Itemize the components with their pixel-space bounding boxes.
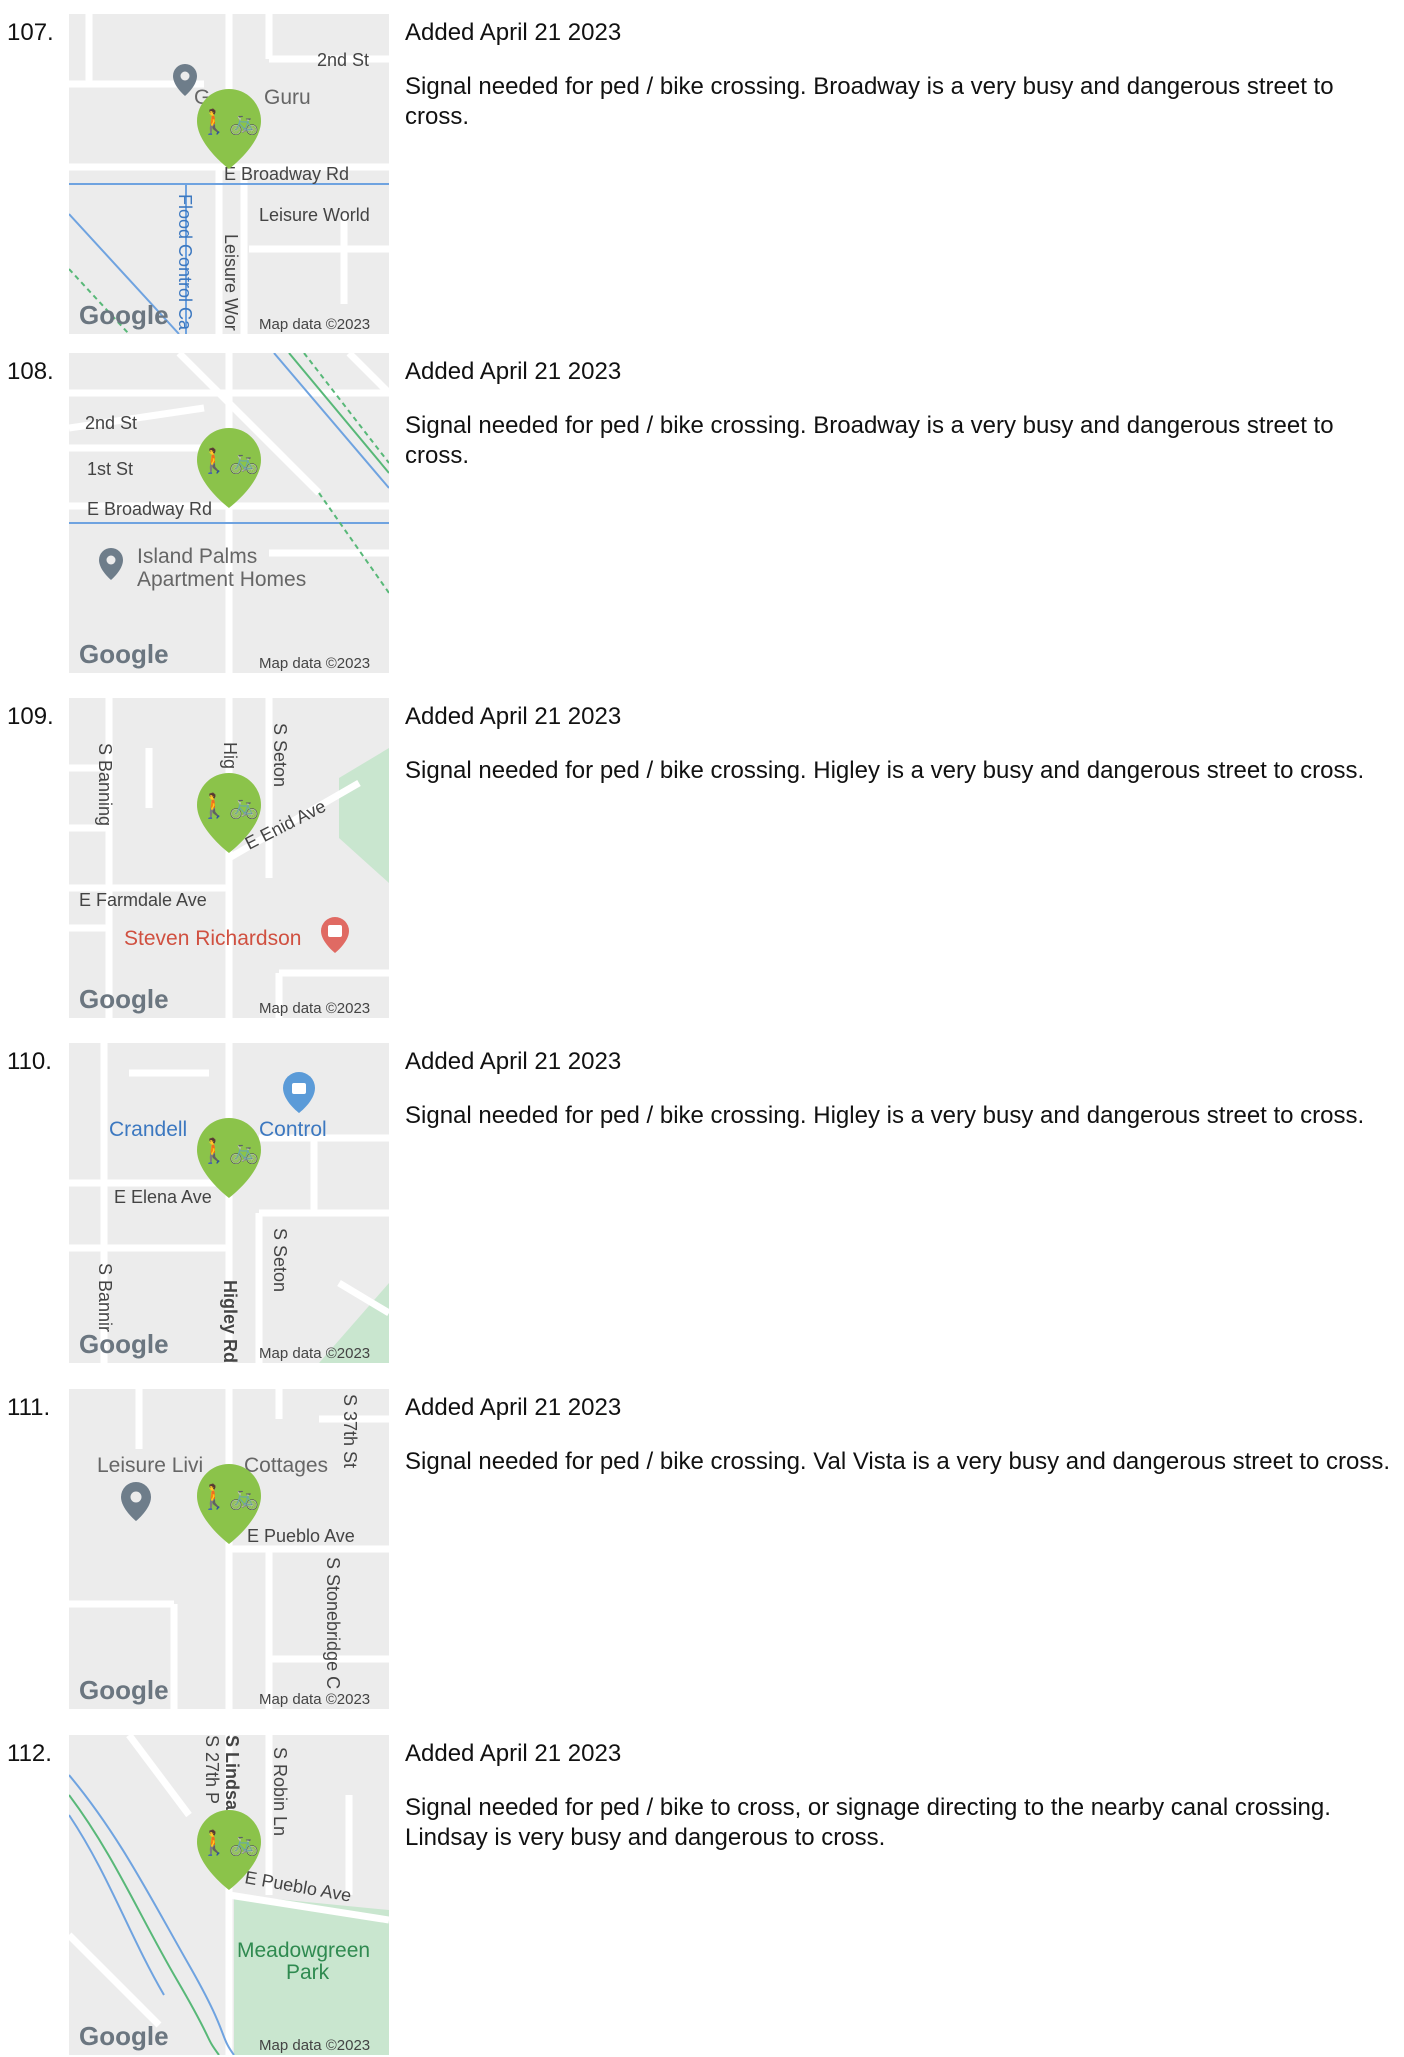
google-logo: Google <box>79 984 169 1014</box>
map-label: Steven Richardson <box>124 927 301 950</box>
entry-description: Signal needed for ped / bike to cross, o… <box>405 1794 1331 1851</box>
map-label: Meadowgreen <box>237 1939 370 1962</box>
map-label: Hig <box>220 742 240 769</box>
entry-112: 112. S Lindsa S 27th P S Robin Ln E Pueb… <box>0 1735 1404 2057</box>
entry-description: Signal needed for ped / bike crossing. V… <box>405 1448 1390 1475</box>
entry-number: 108. <box>7 358 54 385</box>
added-date: Added April 21 2023 <box>405 1394 622 1421</box>
svg-text:🚶🚲: 🚶🚲 <box>199 1483 259 1511</box>
google-logo: Google <box>79 639 169 669</box>
map-label: S Robin Ln <box>270 1747 290 1836</box>
location-map[interactable]: S Lindsa S 27th P S Robin Ln E Pueblo Av… <box>69 1735 389 2055</box>
map-label: Leisure Wor <box>221 234 241 331</box>
google-logo: Google <box>79 1675 169 1705</box>
map-label: Apartment Homes <box>137 568 306 591</box>
map-label: Park <box>286 1961 330 1984</box>
entry-108: 108. 2nd St 1st St E Broadway Rd Island <box>0 353 1404 675</box>
location-map[interactable]: S 37th St Leisure Livi Cottages E Pueblo… <box>69 1389 389 1709</box>
map-label: S Seton <box>270 723 290 787</box>
map-label: Higley Rd <box>220 1280 240 1363</box>
entry-109: 109. S Banning Hig S Seton E Enid Ave E … <box>0 698 1404 1020</box>
svg-text:🚶🚲: 🚶🚲 <box>199 447 259 475</box>
map-label: S Bannir <box>95 1263 115 1332</box>
map-attribution: Map data ©2023 <box>259 1345 370 1362</box>
added-date: Added April 21 2023 <box>405 1740 622 1767</box>
added-date: Added April 21 2023 <box>405 1048 622 1075</box>
map-label: S 27th P <box>202 1735 222 1804</box>
map-label: E Pueblo Ave <box>247 1526 355 1546</box>
map-label: S 37th St <box>340 1394 360 1468</box>
added-date: Added April 21 2023 <box>405 19 622 46</box>
entry-110: 110. Crandell Control E Elena Ave S Seto… <box>0 1043 1404 1365</box>
map-label: E Farmdale Ave <box>79 890 207 910</box>
map-label: 2nd St <box>85 413 137 433</box>
google-logo: Google <box>79 1329 169 1359</box>
entry-description: Signal needed for ped / bike crossing. H… <box>405 1102 1365 1129</box>
svg-text:🚶🚲: 🚶🚲 <box>199 792 259 820</box>
entry-number: 110. <box>7 1048 52 1075</box>
added-date: Added April 21 2023 <box>405 703 622 730</box>
map-label: Leisure World <box>259 205 370 225</box>
map-label: Control <box>259 1118 327 1141</box>
entry-number: 112. <box>7 1740 52 1767</box>
map-attribution: Map data ©2023 <box>259 655 370 672</box>
map-label: Crandell <box>109 1118 187 1141</box>
map-label: 2nd St <box>317 50 369 70</box>
entry-107: 107. 2nd St E Broadway Rd Leisure World … <box>0 14 1404 336</box>
entry-description: Signal needed for ped / bike crossing. H… <box>405 757 1365 784</box>
map-label: Island Palms <box>137 545 257 568</box>
map-label: E Elena Ave <box>114 1187 212 1207</box>
svg-text:🚶🚲: 🚶🚲 <box>199 1137 259 1165</box>
map-label: 1st St <box>87 459 133 479</box>
svg-text:🚶🚲: 🚶🚲 <box>199 1829 259 1857</box>
location-map[interactable]: Crandell Control E Elena Ave S Seton S B… <box>69 1043 389 1363</box>
svg-text:🚶🚲: 🚶🚲 <box>199 108 259 136</box>
map-label: Guru <box>264 86 311 109</box>
location-map[interactable]: S Banning Hig S Seton E Enid Ave E Farmd… <box>69 698 389 1018</box>
google-logo: Google <box>79 300 169 330</box>
entry-number: 111. <box>7 1394 51 1421</box>
map-label: S Seton <box>270 1228 290 1292</box>
location-map[interactable]: 2nd St E Broadway Rd Leisure World Flood… <box>69 14 389 334</box>
map-label: E Broadway Rd <box>224 164 349 184</box>
map-label: Cottages <box>244 1454 328 1477</box>
map-label: S Banning <box>95 743 115 826</box>
map-attribution: Map data ©2023 <box>259 316 370 333</box>
map-attribution: Map data ©2023 <box>259 1000 370 1017</box>
entry-number: 109. <box>7 703 54 730</box>
map-attribution: Map data ©2023 <box>259 2037 370 2054</box>
map-label: S Stonebridge C <box>323 1557 343 1689</box>
added-date: Added April 21 2023 <box>405 358 622 385</box>
map-label: Leisure Livi <box>97 1454 203 1477</box>
map-label: S Lindsa <box>222 1735 242 1811</box>
entry-111: 111. S 37th St Leisure Livi Cottages E P… <box>0 1389 1404 1711</box>
entry-number: 107. <box>7 19 54 46</box>
google-logo: Google <box>79 2021 169 2051</box>
map-label: Flood Control Ca <box>175 194 195 331</box>
entry-description: Signal needed for ped / bike crossing. B… <box>405 73 1334 130</box>
map-label: E Broadway Rd <box>87 499 212 519</box>
entry-description: Signal needed for ped / bike crossing. B… <box>405 412 1334 469</box>
location-map[interactable]: 2nd St 1st St E Broadway Rd Island Palms… <box>69 353 389 673</box>
map-attribution: Map data ©2023 <box>259 1691 370 1708</box>
